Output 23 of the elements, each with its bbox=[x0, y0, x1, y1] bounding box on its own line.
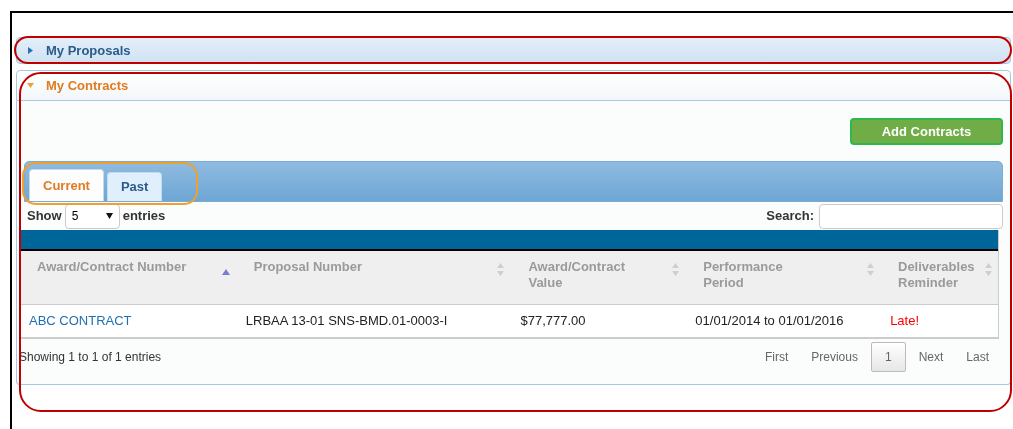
tab[interactable]: Past bbox=[106, 172, 163, 201]
table-cell-text: Late! bbox=[889, 312, 921, 331]
pagination-button[interactable]: Last bbox=[956, 342, 999, 372]
pagination-button[interactable]: Next bbox=[908, 342, 954, 372]
tab[interactable]: Current bbox=[29, 169, 104, 201]
dropdown-caret-icon bbox=[105, 213, 113, 219]
add-contracts-button[interactable]: Add Contracts bbox=[850, 118, 1003, 145]
search-field[interactable] bbox=[819, 203, 1003, 229]
table-cell-text: LRBAA 13-01 SNS-BMD.01-0003-I bbox=[244, 312, 449, 331]
pagination-button[interactable]: Previous bbox=[801, 342, 868, 372]
section-title: My Contracts bbox=[46, 76, 129, 95]
accordion-header[interactable]: My Contracts bbox=[16, 70, 1011, 101]
section-title: My Proposals bbox=[46, 41, 131, 60]
table-cell-text: 01/01/2014 to 01/01/2016 bbox=[694, 312, 845, 331]
pagination-button[interactable]: 1 bbox=[870, 342, 906, 372]
table-cell-text: $77,777.00 bbox=[519, 312, 587, 331]
table-info: Showing 1 to 1 of 1 entries bbox=[19, 349, 162, 366]
contract-link[interactable]: ABC CONTRACT bbox=[19, 311, 236, 331]
entries-dropdown[interactable]: 5 bbox=[64, 203, 120, 229]
entries-label: entries bbox=[122, 207, 166, 226]
show-label: Show bbox=[27, 207, 62, 226]
search-label: Search: bbox=[766, 207, 814, 226]
pagination-button[interactable]: First bbox=[754, 342, 799, 372]
